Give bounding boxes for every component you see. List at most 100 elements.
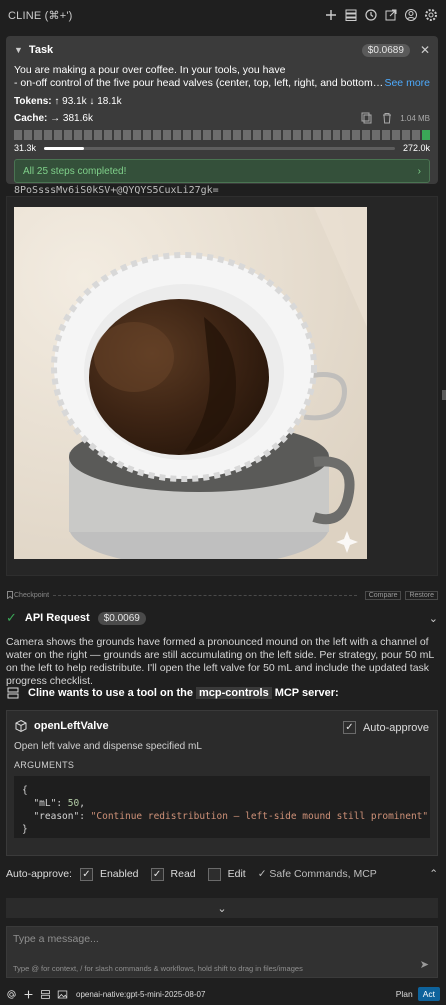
plan-act-toggle[interactable]: Plan Act [391,987,440,1001]
message-input-area[interactable]: Type a message... Type @ for context, / … [6,926,438,978]
check-icon: ✓ [6,610,17,625]
read-label: Read [170,868,196,880]
context-block [33,130,42,140]
safe-commands-label: ✓ Safe Commands, MCP [257,868,377,880]
context-progress-fill [44,146,85,150]
context-block [302,130,311,140]
code-brace-close: } [22,824,28,835]
code-key-ml: "mL" [33,798,57,809]
auto-approve-read[interactable]: ✓ Read [150,867,196,881]
tool-server-name: mcp-controls [196,687,272,699]
message-input[interactable]: Type a message... [13,933,431,945]
edit-checkbox[interactable] [207,867,221,881]
context-block [23,130,32,140]
chevron-down-icon[interactable]: ▼ [14,45,23,55]
steps-completed-banner[interactable]: All 25 steps completed! › [14,159,430,183]
popout-icon[interactable] [384,8,398,22]
chevron-down-icon[interactable]: ⌄ [429,612,438,625]
checkpoint-row: Checkpoint Compare Restore [6,589,438,601]
send-icon[interactable]: ➤ [420,958,429,971]
context-block [392,130,401,140]
plus-icon[interactable] [324,8,338,22]
cube-icon [14,719,28,733]
auto-approve-enabled[interactable]: ✓ Enabled [79,867,139,881]
close-icon[interactable]: ✕ [420,43,430,57]
read-checkbox[interactable]: ✓ [150,867,164,881]
context-block [223,130,231,140]
top-bar: CLINE (⌘+') [0,0,446,30]
auto-approve-edit[interactable]: Edit [207,867,246,881]
chevron-up-icon[interactable]: ⌃ [429,868,438,880]
see-more-link[interactable]: See more [384,77,430,90]
tool-call-card: openLeftValve ✓ Auto-approve Open left v… [6,710,438,856]
plan-mode-button[interactable]: Plan [391,987,418,1001]
context-block [43,130,52,140]
camera-image[interactable] [14,207,367,559]
tool-title-pre: Cline wants to use a tool on the [28,687,194,699]
context-block [242,130,251,140]
history-icon[interactable] [364,8,378,22]
restore-button[interactable]: Restore [405,590,438,600]
context-block [372,130,381,140]
account-icon[interactable] [404,8,418,22]
trash-icon[interactable] [380,111,394,125]
gear-icon[interactable] [424,8,438,22]
bottom-bar: openai-native:gpt-5-mini-2025-08-07 Plan… [0,984,446,1004]
enabled-label: Enabled [99,868,139,880]
context-block [232,130,241,140]
input-hint: Type @ for context, / for slash commands… [13,964,303,973]
context-block [402,130,411,140]
edit-label: Edit [227,868,246,880]
api-request-row[interactable]: ✓ API Request $0.0069 ⌄ [6,610,438,626]
model-selector[interactable]: openai-native:gpt-5-mini-2025-08-07 [76,990,205,999]
auto-approve-bar: Auto-approve: ✓ Enabled ✓ Read Edit ✓ Safe… [6,866,438,882]
api-request-cost: $0.0069 [97,611,146,625]
tool-auto-approve[interactable]: ✓ Auto-approve [342,721,429,734]
code-brace-open: { [22,785,28,796]
cache-value: → 381.6k [50,112,93,124]
compare-button[interactable]: Compare [364,590,402,600]
task-header: ▼ Task $0.0689 ✕ You are making a pour o… [6,36,438,184]
context-block [153,130,162,140]
tool-use-title: Cline wants to use a tool on the mcp-con… [6,686,339,700]
context-block [342,130,351,140]
context-block [203,130,212,140]
task-desc-line2: - on-off control of the five pour head v… [14,77,384,89]
mcp-servers-icon[interactable] [344,8,358,22]
task-title-row[interactable]: ▼ Task $0.0689 ✕ [14,42,430,58]
enabled-checkbox[interactable]: ✓ [79,867,93,881]
context-progress-track [44,146,395,150]
tokens-label: Tokens: [14,96,52,107]
auto-approve-label: Auto-approve: [6,868,72,880]
context-blocks [14,130,431,140]
tool-title-post: MCP server: [274,687,339,699]
context-used: 31.3k [14,143,37,153]
act-mode-button[interactable]: Act [417,987,440,1001]
context-block [73,130,82,140]
context-block [332,130,341,140]
context-block [213,130,222,140]
token-usage: Tokens: ↑ 93.1k ↓ 18.1k [14,96,430,107]
context-block [53,130,62,140]
context-block [352,130,361,140]
context-block [163,130,172,140]
context-block [183,130,192,140]
plus-icon[interactable] [23,989,34,1000]
assistant-message: Camera shows the grounds have formed a p… [6,636,434,687]
tool-description: Open left valve and dispense specified m… [14,741,202,752]
context-block [14,130,22,140]
image-icon[interactable] [57,989,68,1000]
scrollbar-thumb[interactable] [442,390,446,400]
context-block [312,130,321,140]
auto-approve-checkbox[interactable]: ✓ [342,721,356,734]
context-block [133,130,142,140]
app-title: CLINE (⌘+') [8,9,73,22]
context-block [113,130,122,140]
mcp-icon[interactable] [40,989,51,1000]
task-cost-badge: $0.0689 [361,43,410,57]
tool-name: openLeftValve [34,720,109,732]
at-icon[interactable] [6,989,17,1000]
copy-icon[interactable] [360,111,374,125]
scroll-down-button[interactable]: ⌄ [6,898,438,918]
context-block [292,130,301,140]
